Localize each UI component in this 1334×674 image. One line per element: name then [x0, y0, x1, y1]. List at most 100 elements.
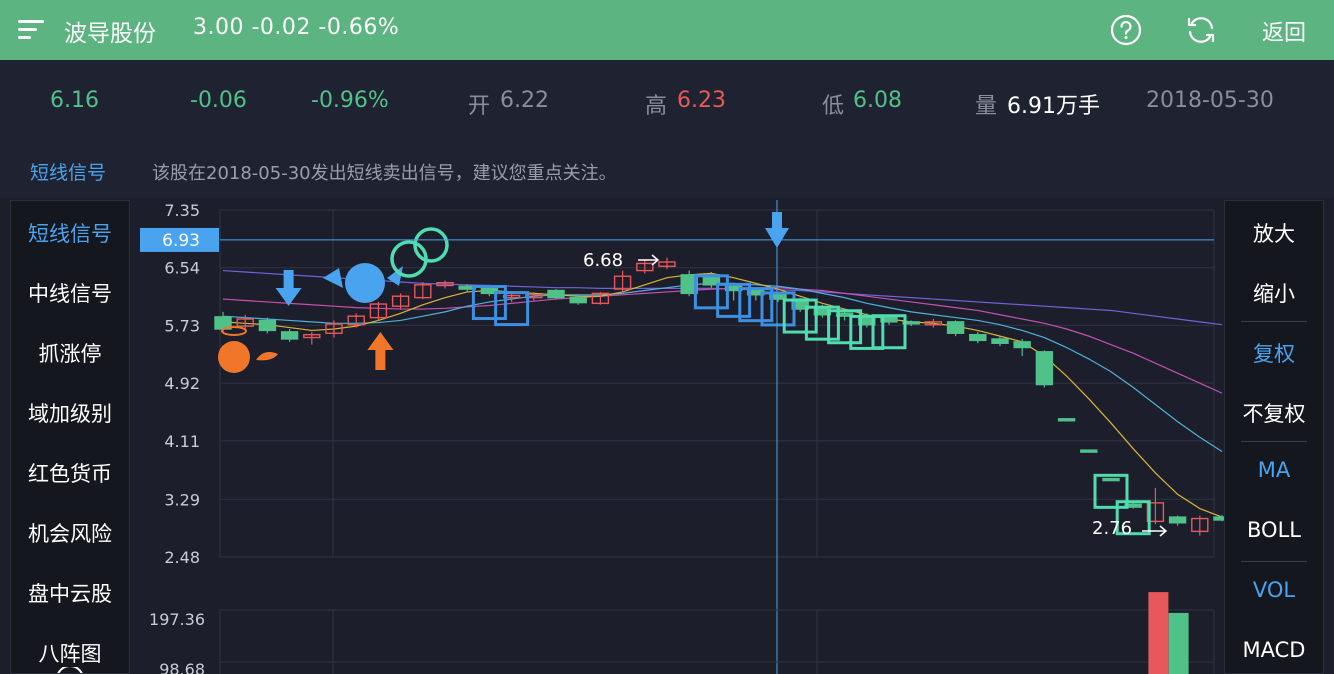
y-tick-label: 3.29: [164, 490, 200, 509]
menu-item-opportunity-risk[interactable]: 机会风险: [11, 518, 129, 548]
max-price-label: 6.68: [583, 250, 623, 271]
y-tick-label: 4.92: [164, 374, 200, 393]
crosshair-price-label: 6.93: [162, 231, 200, 251]
zoom-in-button[interactable]: 放大: [1225, 218, 1323, 248]
top-bar: 波导股份 3.00 -0.02 -0.66% 返回: [0, 0, 1334, 60]
candle-body: [1080, 449, 1098, 453]
ma5-line: [222, 272, 1223, 518]
candle: [1102, 477, 1120, 482]
open-label: 开: [468, 94, 491, 119]
candle-body: [1168, 516, 1187, 524]
ma-indicator-button[interactable]: MA: [1225, 458, 1323, 482]
candle: [1035, 350, 1054, 388]
candle: [969, 331, 987, 344]
high-label: 高: [645, 94, 668, 119]
min-price-label: 2.76: [1092, 518, 1132, 539]
menu-item-limit-up[interactable]: 抓涨停: [11, 338, 129, 368]
y-tick-label: 4.11: [164, 432, 200, 451]
candle: [1013, 338, 1031, 357]
devil-mascot-icon: [345, 263, 385, 303]
menu-item-intraday-cloud[interactable]: 盘中云股: [11, 578, 129, 608]
candle-body: [946, 321, 965, 334]
candle-body: [1035, 351, 1054, 386]
menu-item-level[interactable]: 域加级别: [11, 398, 129, 428]
candle-body: [991, 338, 1009, 344]
signal-bar: 短线信号 该股在2018-05-30发出短线卖出信号，建议您重点关注。: [0, 142, 1334, 198]
menu-icon[interactable]: [18, 18, 44, 42]
refresh-icon[interactable]: [1185, 14, 1217, 46]
menu-divider: [1241, 441, 1307, 442]
menu-item-mid-signal[interactable]: 中线信号: [11, 278, 129, 308]
candle-body: [1013, 341, 1031, 349]
volume-tick-label: 98.68: [159, 660, 205, 674]
candle: [391, 293, 410, 310]
zoom-out-button[interactable]: 缩小: [1225, 278, 1323, 308]
smiley-mascot-icon: [218, 341, 250, 373]
unadjusted-price-button[interactable]: 不复权: [1225, 398, 1323, 428]
boll-indicator-button[interactable]: BOLL: [1225, 518, 1323, 542]
candle-body: [1213, 516, 1224, 521]
menu-item-red-currency[interactable]: 红色货币: [11, 458, 129, 488]
high-value: 6.23: [677, 88, 726, 113]
volume-label: 量: [975, 94, 998, 119]
quote-date: 2018-05-30: [1146, 88, 1274, 113]
volume-plot-frame: [219, 609, 1215, 674]
candle: [369, 301, 388, 321]
volume-bar: [1168, 612, 1189, 674]
stock-name: 波导股份: [64, 21, 156, 47]
y-tick-label: 5.73: [164, 316, 200, 335]
candle: [636, 260, 654, 274]
left-indicator-menu: 短线信号 中线信号 抓涨停 域加级别 红色货币 机会风险 盘中云股 八阵图: [10, 200, 130, 674]
candle: [591, 291, 610, 305]
candle: [1080, 449, 1098, 453]
candle: [414, 281, 432, 300]
right-tool-menu: 放大 缩小 复权 不复权 MA BOLL VOL MACD: [1224, 200, 1324, 674]
up-signal-arrow-icon: [367, 332, 394, 370]
volume-bar: [1148, 592, 1169, 674]
price-change-pct: -0.96%: [311, 88, 389, 113]
candle-body: [1102, 477, 1120, 482]
menu-divider: [1241, 561, 1307, 562]
candle: [258, 317, 277, 334]
vol-indicator-button[interactable]: VOL: [1225, 578, 1323, 602]
y-tick-label: 2.48: [164, 548, 200, 567]
candle-body: [547, 289, 565, 299]
menu-divider: [1241, 321, 1307, 322]
back-button[interactable]: 返回: [1262, 15, 1306, 47]
help-icon[interactable]: [1110, 14, 1142, 46]
scroll-indicator-icon: [57, 667, 83, 673]
candle: [613, 270, 632, 292]
kline-chart[interactable]: 7.35 6.54 5.73 4.92 4.11 3.29 2.48 6.68 2.76 6.93…: [130, 200, 1224, 674]
candle: [280, 328, 299, 342]
candle-body: [569, 296, 587, 304]
low-label: 低: [822, 94, 845, 119]
macd-indicator-button[interactable]: MACD: [1225, 638, 1323, 662]
open-value: 6.22: [500, 88, 549, 113]
menu-item-formation[interactable]: 八阵图: [11, 638, 129, 668]
y-tick-label: 7.35: [164, 201, 200, 220]
candle: [1168, 515, 1187, 526]
stock-quote: 3.00 -0.02 -0.66%: [193, 15, 400, 40]
volume-value: 6.91万手: [1007, 94, 1100, 119]
price-change: -0.06: [190, 88, 247, 113]
candle-body: [280, 331, 299, 340]
menu-item-short-signal[interactable]: 短线信号: [11, 218, 129, 248]
quote-info-bar: 6.16 -0.06 -0.96% 开 6.22 高 6.23 低 6.08 量…: [0, 60, 1334, 142]
halo-icon: [221, 326, 247, 336]
sell-signal-arrow-icon: [765, 212, 789, 248]
candle: [1057, 418, 1076, 422]
current-price: 6.16: [50, 88, 99, 113]
candle-body: [969, 333, 987, 342]
candle: [1191, 515, 1209, 536]
candle: [303, 331, 321, 345]
signal-label[interactable]: 短线信号: [30, 158, 106, 185]
candle-body: [1057, 418, 1076, 422]
candle: [946, 320, 965, 337]
low-value: 6.08: [853, 88, 902, 113]
volume-tick-label: 197.36: [149, 610, 205, 629]
wing-icon: [256, 352, 278, 361]
candle: [547, 289, 565, 300]
adjusted-price-button[interactable]: 复权: [1225, 338, 1323, 368]
candle-body: [258, 319, 277, 332]
signal-message: 该股在2018-05-30发出短线卖出信号，建议您重点关注。: [152, 163, 617, 184]
